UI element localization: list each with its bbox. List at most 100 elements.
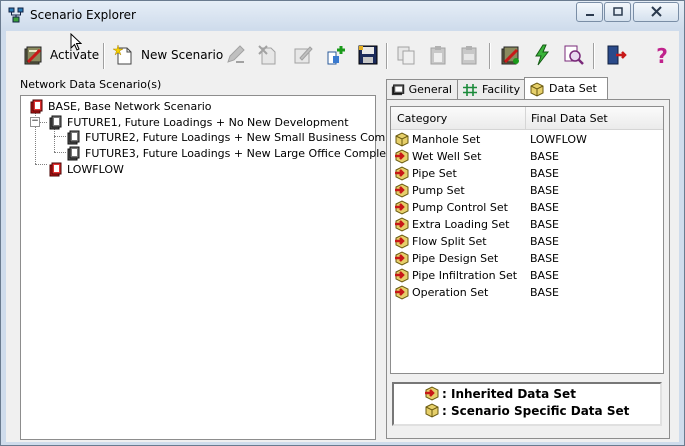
row-final-data-set: BASE (530, 252, 560, 265)
row-category: Flow Split Set (412, 235, 487, 248)
row-final-data-set: BASE (530, 201, 560, 214)
data-set-icon (530, 81, 544, 97)
maximize-icon (612, 7, 623, 16)
row-final-data-set: BASE (530, 269, 560, 282)
activate-button[interactable]: Activate (22, 41, 99, 69)
paste-button[interactable] (427, 41, 449, 69)
window-title: Scenario Explorer (30, 8, 136, 22)
legend-specific-label: : Scenario Specific Data Set (442, 403, 630, 418)
paste-icon (430, 46, 446, 65)
inherited-icon (395, 200, 409, 215)
paste-special-icon (461, 46, 477, 65)
table-row[interactable]: Extra Loading Set BASE (391, 216, 663, 233)
new-scenario-label: New Scenario (141, 48, 224, 62)
table-row[interactable]: Flow Split Set BASE (391, 233, 663, 250)
tree-item-future2[interactable]: FUTURE2, Future Loadings + New Small Bus… (67, 129, 408, 145)
row-category: Extra Loading Set (412, 218, 510, 231)
tree-item-future3[interactable]: FUTURE3, Future Loadings + New Large Off… (67, 145, 392, 161)
scenario-tree[interactable]: − BASE, Base Network Scenario FUTURE1, F… (20, 95, 408, 440)
exit-door-icon (607, 45, 627, 65)
collapse-toggle[interactable]: − (30, 117, 40, 127)
compute-button[interactable] (531, 41, 553, 69)
row-final-data-set: BASE (530, 184, 560, 197)
compare-icon (564, 45, 584, 65)
scenario-red-icon (30, 99, 43, 113)
tab-general[interactable]: General (386, 79, 459, 99)
help-icon: ? (656, 44, 668, 66)
copy-icon (397, 46, 415, 65)
help-button[interactable]: ? (651, 41, 673, 69)
row-category: Pump Set (412, 184, 465, 197)
exit-button[interactable] (605, 41, 627, 69)
table-row[interactable]: Operation Set BASE (391, 284, 663, 301)
tab-facility[interactable]: Facility (457, 79, 529, 99)
tree-line (39, 122, 47, 123)
activate-icon (24, 46, 42, 65)
delete-scenario-icon (258, 45, 276, 65)
table-row[interactable]: Pipe Set BASE (391, 165, 663, 182)
client-area: Activate New Scenario ? Network Data Sce… (6, 31, 679, 442)
minimize-button[interactable] (576, 2, 603, 22)
table-row[interactable]: Wet Well Set BASE (391, 148, 663, 165)
row-final-data-set: BASE (530, 150, 560, 163)
save-button[interactable] (357, 41, 379, 69)
delete-scenario-button[interactable] (257, 41, 279, 69)
row-category: Pump Control Set (412, 201, 508, 214)
legend-inherited: : Inherited Data Set (424, 386, 576, 401)
tree-item-base[interactable]: BASE, Base Network Scenario (30, 98, 212, 114)
close-button[interactable] (633, 2, 679, 22)
data-set-table[interactable]: Category Final Data Set Manhole Set LOWF… (390, 106, 664, 374)
row-final-data-set: BASE (530, 235, 560, 248)
table-row[interactable]: Pipe Infiltration Set BASE (391, 267, 663, 284)
maximize-button[interactable] (604, 2, 631, 22)
tree-item-lowflow[interactable]: LOWFLOW (49, 161, 124, 177)
table-row[interactable]: Manhole Set LOWFLOW (391, 131, 663, 148)
row-final-data-set: BASE (530, 286, 560, 299)
inherited-icon (395, 285, 409, 300)
legend-specific: : Scenario Specific Data Set (424, 403, 629, 418)
row-category: Wet Well Set (412, 150, 482, 163)
row-final-data-set: BASE (530, 218, 560, 231)
general-icon (391, 83, 405, 95)
scenario-red-icon (49, 162, 62, 176)
lightning-icon (535, 44, 550, 66)
inherited-icon (395, 217, 409, 232)
scenario-list-header: Network Data Scenario(s) (20, 78, 162, 91)
edit-scenario-button[interactable] (292, 41, 314, 69)
row-category: Operation Set (412, 286, 489, 299)
column-header-category[interactable]: Category (397, 112, 447, 125)
tree-line (54, 152, 66, 153)
save-icon (358, 45, 378, 65)
tree-item-future1[interactable]: FUTURE1, Future Loadings + No New Develo… (49, 114, 349, 130)
scenario-explorer-window: Scenario Explorer Activate New Scenario … (0, 0, 685, 446)
column-divider[interactable] (525, 107, 526, 129)
new-scenario-button[interactable]: New Scenario (113, 41, 223, 69)
rename-icon (227, 45, 245, 63)
toolbar-separator (593, 43, 595, 69)
scenario-explorer-app-icon (8, 7, 24, 23)
table-header: Category Final Data Set (391, 107, 663, 130)
tab-label: Facility (482, 83, 521, 96)
row-category: Pipe Set (412, 167, 457, 180)
table-row[interactable]: Pump Set BASE (391, 182, 663, 199)
row-category: Manhole Set (412, 133, 481, 146)
tab-label: General (408, 83, 452, 96)
paste-special-button[interactable] (458, 41, 480, 69)
table-row[interactable]: Pipe Design Set BASE (391, 250, 663, 267)
batch-run-button[interactable] (499, 41, 521, 69)
row-final-data-set: LOWFLOW (530, 133, 587, 146)
column-header-final-data-set[interactable]: Final Data Set (531, 112, 608, 125)
tree-item-label: BASE, Base Network Scenario (48, 99, 212, 113)
title-bar[interactable]: Scenario Explorer (1, 1, 684, 29)
new-scenario-icon (113, 44, 132, 65)
add-child-scenario-button[interactable] (325, 41, 347, 69)
compare-scenarios-button[interactable] (563, 41, 585, 69)
inherited-icon (395, 251, 409, 266)
rename-button[interactable] (224, 41, 246, 69)
data-set-panel: Category Final Data Set Manhole Set LOWF… (386, 99, 670, 439)
tree-item-label: LOWFLOW (67, 162, 124, 176)
table-row[interactable]: Pump Control Set BASE (391, 199, 663, 216)
copy-button[interactable] (395, 41, 417, 69)
tab-data-set[interactable]: Data Set (524, 77, 608, 99)
toolbar-separator (489, 43, 491, 69)
